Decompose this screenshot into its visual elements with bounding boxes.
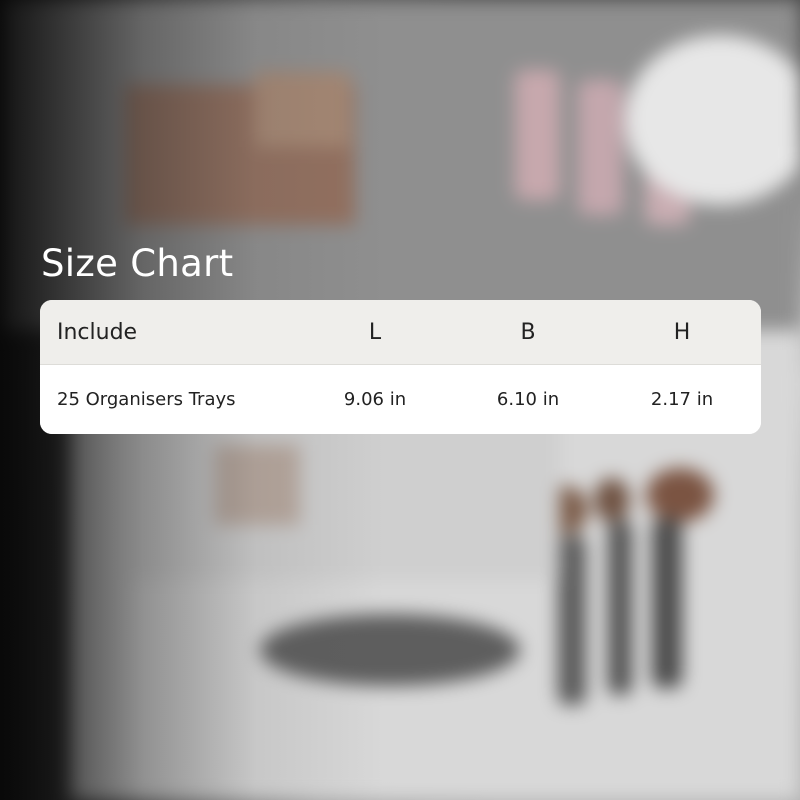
header-length: L [368,319,382,345]
size-chart-table: Include L B H 25 Organisers Trays 9.06 i… [40,300,761,434]
product-image: Size Chart Include L B H 25 Organisers T… [0,0,800,800]
table-row: 25 Organisers Trays 9.06 in 6.10 in 2.17… [40,365,761,434]
header-height: H [673,319,691,345]
size-chart-title: Size Chart [41,242,234,285]
height-cell: 2.17 in [650,389,714,410]
length-cell: 9.06 in [343,389,407,410]
include-cell: 25 Organisers Trays [57,389,236,410]
header-breadth: B [520,319,536,345]
header-include: Include [57,319,138,345]
table-header-row: Include L B H [40,300,761,365]
breadth-cell: 6.10 in [496,389,560,410]
